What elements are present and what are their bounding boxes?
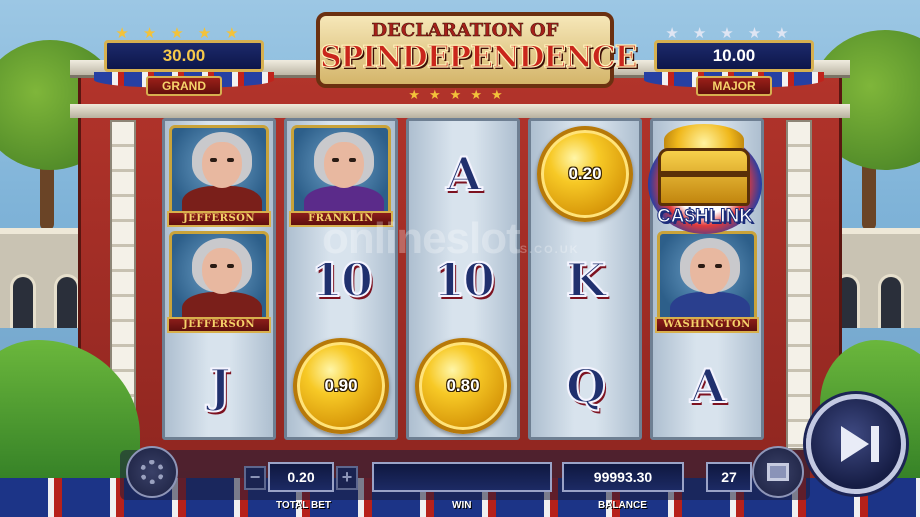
watermark: onlineslotS.CO.UK bbox=[322, 214, 580, 263]
settings-button[interactable] bbox=[126, 446, 178, 498]
portrait-name: JEFFERSON bbox=[167, 317, 271, 333]
logo-stars: ★★★★★ bbox=[408, 88, 512, 103]
letter-symbol: A bbox=[689, 358, 727, 414]
grand-jackpot-value: 30.00 bbox=[104, 40, 264, 72]
treasure-chest-icon bbox=[658, 148, 750, 206]
reel-1: JEFFERSON JEFFERSON J bbox=[162, 118, 276, 440]
bet-increase-button[interactable]: + bbox=[336, 466, 358, 490]
portrait-symbol bbox=[657, 231, 757, 329]
reel-symbol: WASHINGTON bbox=[653, 227, 761, 333]
win-label: WIN bbox=[452, 500, 472, 511]
coin-value: 0.90 bbox=[324, 376, 358, 395]
major-jackpot-value: 10.00 bbox=[654, 40, 814, 72]
coin-symbol: 0.20 bbox=[537, 126, 633, 222]
spin-button[interactable] bbox=[806, 394, 906, 494]
balance-label: BALANCE bbox=[598, 500, 647, 511]
reel-2: FRANKLIN 10 0.90 bbox=[284, 118, 398, 440]
coin-symbol: 0.80 bbox=[415, 338, 511, 434]
letter-symbol: A bbox=[445, 146, 483, 202]
game-logo: DECLARATION OF SPINDEPENDENCE bbox=[316, 12, 638, 88]
play-skip-icon bbox=[841, 426, 869, 462]
logo-line-2: SPINDEPENDENCE bbox=[319, 39, 638, 75]
portrait-name: WASHINGTON bbox=[655, 317, 759, 333]
menu-button[interactable] bbox=[752, 446, 804, 498]
gear-icon bbox=[140, 460, 164, 484]
skip-bar bbox=[871, 426, 879, 462]
cashlink-symbol: CA$HLINK bbox=[642, 120, 768, 242]
portrait-name: JEFFERSON bbox=[167, 211, 271, 227]
cashlink-text: CA$HLINK bbox=[656, 206, 754, 228]
reel-symbol: 0.20 bbox=[531, 121, 639, 227]
logo-line-1: DECLARATION OF bbox=[371, 20, 559, 42]
autoplay-count[interactable]: 27 bbox=[706, 462, 752, 492]
coin-symbol: 0.90 bbox=[293, 338, 389, 434]
major-jackpot: ★★★★★ 10.00 MAJOR bbox=[644, 24, 824, 98]
grand-jackpot-label: GRAND bbox=[146, 76, 222, 96]
reel-symbol: J bbox=[165, 333, 273, 439]
portrait-symbol bbox=[169, 231, 269, 329]
reel-symbol: 0.80 bbox=[409, 333, 517, 439]
balance-value: 99993.30 bbox=[562, 462, 684, 492]
game-scene: JEFFERSON JEFFERSON J FRANKLIN 10 0.90 A 10 0.80… bbox=[0, 0, 920, 517]
win-value bbox=[372, 462, 552, 492]
reel-symbol: FRANKLIN bbox=[287, 121, 395, 227]
total-bet-label: TOTAL BET bbox=[276, 500, 331, 511]
total-bet-value: 0.20 bbox=[268, 462, 334, 492]
reel-symbol: JEFFERSON bbox=[165, 121, 273, 227]
bet-decrease-button[interactable]: − bbox=[244, 466, 266, 490]
reel-symbol: 0.90 bbox=[287, 333, 395, 439]
grand-jackpot: ★★★★★ 30.00 GRAND bbox=[94, 24, 274, 98]
reel-symbol: JEFFERSON bbox=[165, 227, 273, 333]
portrait-symbol bbox=[169, 125, 269, 223]
reel-symbol: Q bbox=[531, 333, 639, 439]
reel-4: 0.20 K Q bbox=[528, 118, 642, 440]
coin-value: 0.20 bbox=[568, 164, 602, 183]
coin-value: 0.80 bbox=[446, 376, 480, 395]
letter-symbol: J bbox=[208, 358, 232, 414]
reel-symbol: A bbox=[409, 121, 517, 227]
reel-3: A 10 0.80 bbox=[406, 118, 520, 440]
pillar-right bbox=[786, 120, 812, 450]
portrait-symbol bbox=[291, 125, 391, 223]
cornice-lower bbox=[70, 104, 850, 118]
menu-icon bbox=[767, 463, 789, 481]
reel-symbol: A bbox=[653, 333, 761, 439]
major-jackpot-label: MAJOR bbox=[696, 76, 772, 96]
letter-symbol: Q bbox=[565, 358, 607, 414]
